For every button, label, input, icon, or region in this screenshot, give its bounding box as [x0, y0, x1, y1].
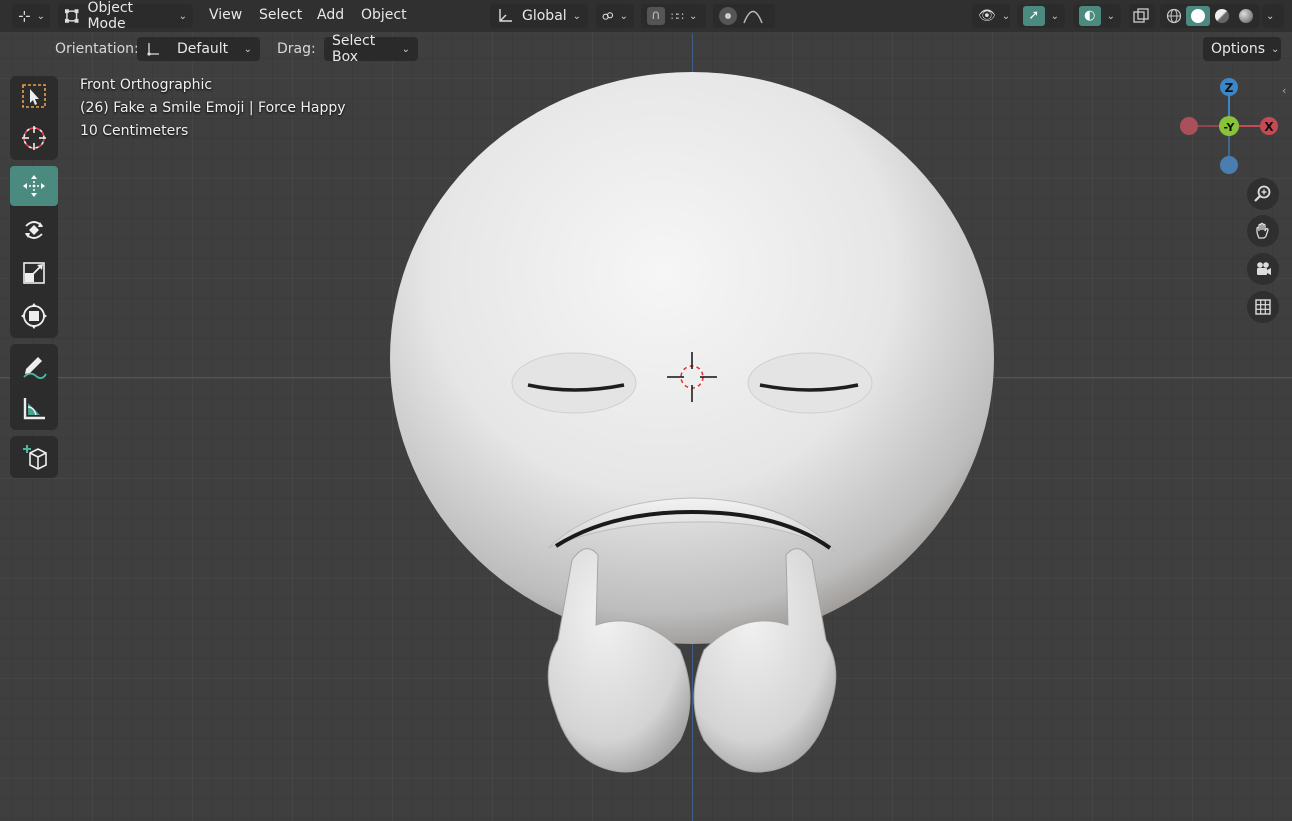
link-icon	[602, 12, 614, 20]
drag-label-text: Drag:	[277, 41, 316, 57]
move-tool[interactable]	[10, 166, 58, 206]
grid-view-icon[interactable]	[1247, 291, 1279, 323]
orientation-axes-icon	[499, 9, 512, 22]
view-name: Front Orthographic	[80, 77, 213, 93]
pan-hand-icon[interactable]	[1247, 215, 1279, 247]
gizmo-z-label: Z	[1225, 81, 1234, 95]
mode-label: Object Mode	[87, 0, 134, 32]
options-dropdown[interactable]: Options ⌄	[1203, 37, 1281, 61]
overlays-toggle-button[interactable]: ◐ ⌄	[1073, 4, 1121, 28]
falloff-curve-icon	[743, 10, 763, 24]
rendered-shading-icon[interactable]	[1234, 6, 1258, 26]
object-info: (26) Fake a Smile Emoji | Force Happy	[80, 100, 346, 116]
toolbar-group-transform	[10, 166, 58, 338]
emoji-model[interactable]	[0, 0, 1292, 821]
wireframe-shading-icon[interactable]	[1162, 6, 1186, 26]
options-label: Options	[1211, 41, 1266, 57]
drag-value: Select Box	[332, 33, 376, 65]
toolbar-group-add	[10, 436, 58, 478]
chevron-down-icon: ⌄	[1266, 10, 1275, 22]
transform-tool[interactable]	[10, 296, 58, 336]
editor-type-button[interactable]: ⊹ ⌄	[12, 4, 50, 28]
scale-tool[interactable]	[10, 253, 58, 293]
eye-icon: 👁	[978, 8, 996, 24]
menu-add[interactable]: Add	[317, 7, 344, 23]
visibility-button[interactable]: 👁 ⌄	[972, 4, 1010, 28]
orientation-label: Global	[522, 8, 567, 24]
drag-dropdown[interactable]: Select Box ⌄	[324, 33, 418, 65]
xray-icon	[1133, 8, 1149, 23]
measure-tool[interactable]	[10, 388, 58, 428]
shading-options-button[interactable]: ⌄	[1262, 4, 1284, 28]
toolbar-group-select	[10, 76, 58, 160]
camera-icon[interactable]	[1247, 253, 1279, 285]
gizmo-neg-x	[1180, 117, 1198, 135]
snap-increment-icon: ∷∷	[671, 9, 684, 23]
orientation-dropdown[interactable]: Default ⌄	[137, 37, 260, 61]
snap-button[interactable]: ∩ ∷∷ ⌄	[641, 4, 706, 28]
gizmo-x-label: X	[1264, 120, 1274, 134]
material-shading-icon[interactable]	[1210, 6, 1234, 26]
proportional-editing-icon	[719, 7, 737, 25]
transform-orientation-dropdown[interactable]: Global ⌄	[490, 4, 588, 28]
sidebar-collapse-icon[interactable]: ‹	[1282, 84, 1292, 98]
orientation-gizmo-icon	[147, 43, 159, 56]
mode-dropdown[interactable]: Object Mode ⌄	[58, 0, 193, 32]
orientation-label-text: Orientation:	[55, 41, 139, 57]
solid-shading-icon[interactable]	[1186, 6, 1210, 26]
gizmo-y-label: -Y	[1224, 121, 1236, 134]
gizmo-toggle-button[interactable]: ➚ ⌄	[1017, 4, 1065, 28]
gizmo-icon: ➚	[1023, 6, 1045, 26]
3d-viewport[interactable]: Front Orthographic (26) Fake a Smile Emo…	[0, 0, 1292, 821]
pivot-point-button[interactable]: ⌄	[596, 4, 634, 28]
shading-mode-group	[1160, 4, 1260, 28]
toolbar-group-annotate	[10, 344, 58, 430]
overlays-icon: ◐	[1079, 6, 1101, 26]
magnet-icon: ∩	[647, 7, 665, 25]
gizmo-neg-z	[1220, 156, 1238, 174]
viewport-editor-icon: ⊹	[18, 7, 31, 25]
menu-view[interactable]: View	[209, 7, 242, 23]
zoom-icon[interactable]	[1247, 178, 1279, 210]
annotate-tool[interactable]	[10, 346, 58, 386]
rotate-tool[interactable]	[10, 210, 58, 250]
proportional-editing-button[interactable]	[713, 4, 775, 28]
scale-info: 10 Centimeters	[80, 123, 189, 139]
menu-select[interactable]: Select	[259, 7, 302, 23]
menu-object[interactable]: Object	[361, 7, 407, 23]
object-mode-icon	[64, 9, 79, 23]
cursor-tool[interactable]	[10, 118, 58, 158]
add-cube-tool[interactable]	[10, 437, 58, 477]
xray-toggle-button[interactable]	[1129, 4, 1155, 28]
select-box-tool[interactable]	[10, 76, 58, 116]
orientation-value: Default	[177, 41, 229, 57]
viewport-header: ⊹ ⌄ Object Mode ⌄ View Select Add Object G…	[0, 0, 1292, 32]
navigation-gizmo[interactable]: Z X -Y	[1175, 75, 1281, 181]
